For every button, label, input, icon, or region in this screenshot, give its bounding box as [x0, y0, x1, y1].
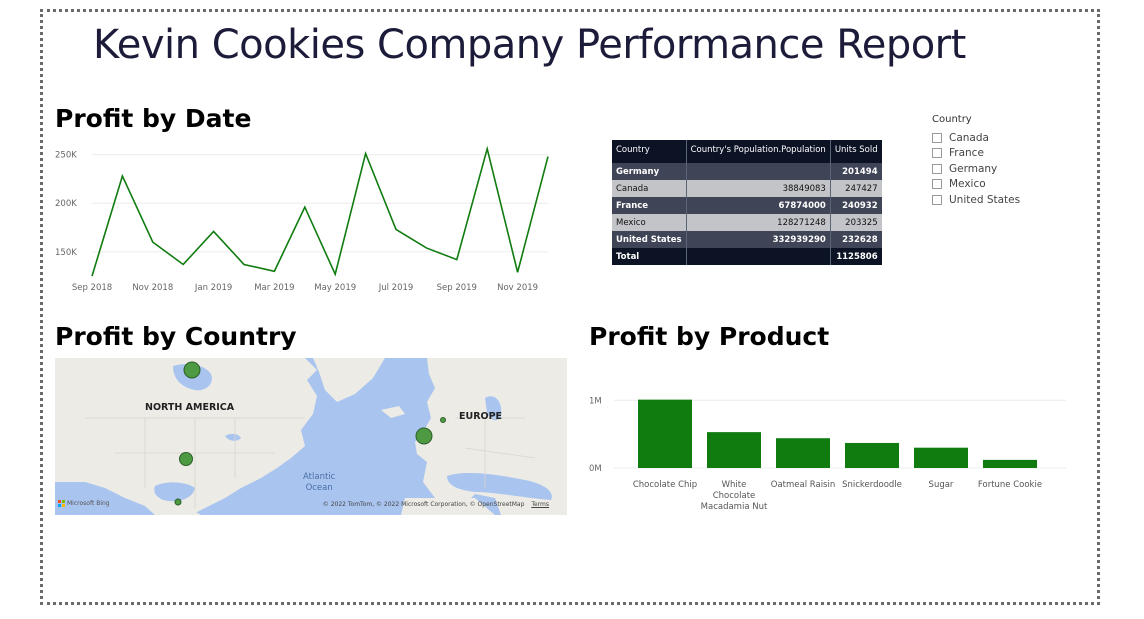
x-tick-label: Jan 2019	[194, 283, 232, 293]
column-header-units-sold[interactable]: Units Sold	[830, 140, 882, 160]
x-tick-label: Sep 2018	[72, 283, 112, 293]
table-cell: 247427	[830, 180, 882, 197]
table-cell	[686, 163, 831, 180]
bubble-mexico	[174, 498, 182, 506]
country-slicer: Country Canada France Germany Mexico Uni…	[932, 114, 1020, 208]
category-label: Chocolate Chip	[633, 480, 697, 490]
series-line[interactable]	[91, 145, 549, 277]
category-label: Snickerdoodle	[842, 480, 902, 490]
slicer-option-label: Mexico	[949, 178, 986, 191]
map-attribution-text: © 2022 TomTom, © 2022 Microsoft Corporat…	[322, 501, 525, 508]
y-tick-label: 150K	[55, 248, 77, 258]
table-cell: 232628	[830, 231, 882, 248]
category-label: Fortune Cookie	[978, 480, 1042, 490]
map-attribution: © 2022 TomTom, © 2022 Microsoft Corporat…	[323, 501, 549, 508]
bar[interactable]	[845, 442, 899, 468]
bar[interactable]	[776, 438, 830, 468]
table-row[interactable]: Mexico 128271248 203325	[612, 214, 882, 231]
checkbox[interactable]	[932, 194, 942, 205]
country-population-units-table[interactable]: Country Country's Population.Population …	[612, 140, 882, 265]
profit-by-country-map[interactable]: NORTH AMERICA EUROPE Atlantic Ocean Micr…	[55, 358, 567, 515]
map-terms-link[interactable]: Terms	[531, 501, 549, 508]
checkbox[interactable]	[932, 132, 942, 143]
table-cell: Total	[612, 248, 687, 265]
slicer-option-label: Canada	[949, 131, 989, 144]
x-tick-label: May 2019	[314, 283, 356, 293]
bubble-canada	[183, 361, 201, 379]
profit-by-date-line-chart[interactable]: 250K 200K 150K Sep 2018 Nov 2018 Jan 2019 Mar …	[55, 140, 565, 300]
table-cell: 240932	[830, 197, 882, 214]
x-tick-label: Sep 2019	[437, 283, 477, 293]
map-label-north-america: NORTH AMERICA	[145, 402, 235, 413]
bubble-united-states	[179, 452, 193, 466]
bubble-germany	[440, 417, 446, 423]
x-tick-label: Jul 2019	[378, 283, 414, 293]
slicer-option-mexico[interactable]: Mexico	[932, 177, 1020, 193]
table-cell: 332939290	[686, 231, 831, 248]
table-cell: 201494	[830, 163, 882, 180]
table-cell: 38849083	[686, 180, 831, 197]
y-tick-label: 0M	[589, 464, 602, 474]
slicer-title: Country	[932, 114, 972, 125]
category-label: Sugar	[929, 480, 954, 490]
table-cell: 67874000	[686, 197, 831, 214]
slicer-option-france[interactable]: France	[932, 146, 1020, 162]
table-cell: 128271248	[686, 214, 831, 231]
column-header-country[interactable]: Country	[612, 140, 687, 160]
checkbox[interactable]	[932, 163, 942, 174]
map-brand: Microsoft Bing	[58, 500, 110, 507]
table-row[interactable]: United States 332939290 232628	[612, 231, 882, 248]
profit-by-product-heading: Profit by Product	[589, 322, 830, 351]
bar[interactable]	[638, 399, 692, 468]
map-label-ocean-line1: Atlantic	[303, 472, 336, 482]
table-cell: 1125806	[830, 248, 882, 265]
microsoft-logo-icon	[58, 500, 65, 507]
slicer-option-label: France	[949, 147, 984, 160]
table-row[interactable]: Canada 38849083 247427	[612, 180, 882, 197]
x-tick-label: Mar 2019	[254, 283, 294, 293]
checkbox[interactable]	[932, 179, 942, 190]
map-label-europe: EUROPE	[459, 411, 503, 422]
bubble-france	[415, 427, 433, 445]
slicer-option-germany[interactable]: Germany	[932, 161, 1020, 177]
bar[interactable]	[914, 447, 968, 468]
category-label: Macadamia Nut	[701, 502, 768, 512]
table-header-row: Country Country's Population.Population …	[612, 140, 882, 160]
x-tick-label: Nov 2019	[497, 283, 538, 293]
x-tick-label: Nov 2018	[132, 283, 173, 293]
y-tick-label: 250K	[55, 151, 77, 161]
table-cell: Canada	[612, 180, 687, 197]
slicer-option-canada[interactable]: Canada	[932, 130, 1020, 146]
slicer-option-united-states[interactable]: United States	[932, 192, 1020, 208]
table-cell	[686, 248, 831, 265]
category-label: Oatmeal Raisin	[771, 480, 835, 490]
table-cell: Germany	[612, 163, 687, 180]
bar[interactable]	[983, 459, 1037, 468]
report-title: Kevin Cookies Company Performance Report	[93, 22, 966, 68]
table-row[interactable]: France 67874000 240932	[612, 197, 882, 214]
bar[interactable]	[707, 432, 761, 468]
table-cell: Mexico	[612, 214, 687, 231]
slicer-option-label: Germany	[949, 162, 998, 175]
land-greenland	[313, 358, 385, 402]
profit-by-product-bar-chart[interactable]: 1M 0M Chocolate Chip WhiteChocolateMacadami…	[586, 380, 1070, 520]
slicer-option-label: United States	[949, 193, 1021, 206]
table-cell: 203325	[830, 214, 882, 231]
profit-by-date-heading: Profit by Date	[55, 104, 252, 133]
y-tick-label: 1M	[589, 396, 602, 406]
table-cell: United States	[612, 231, 687, 248]
category-label: Chocolate	[713, 491, 756, 501]
map-label-ocean-line2: Ocean	[305, 483, 333, 493]
column-header-population[interactable]: Country's Population.Population	[686, 140, 831, 160]
profit-by-country-heading: Profit by Country	[55, 322, 297, 351]
checkbox[interactable]	[932, 148, 942, 159]
map-brand-label: Microsoft Bing	[67, 500, 110, 507]
table-cell: France	[612, 197, 687, 214]
table-total-row: Total 1125806	[612, 248, 882, 265]
map-label-ocean: Atlantic Ocean	[303, 472, 335, 494]
table-row[interactable]: Germany 201494	[612, 163, 882, 180]
category-label: White	[722, 480, 747, 490]
y-tick-label: 200K	[55, 199, 77, 209]
land-iceland	[381, 406, 405, 418]
